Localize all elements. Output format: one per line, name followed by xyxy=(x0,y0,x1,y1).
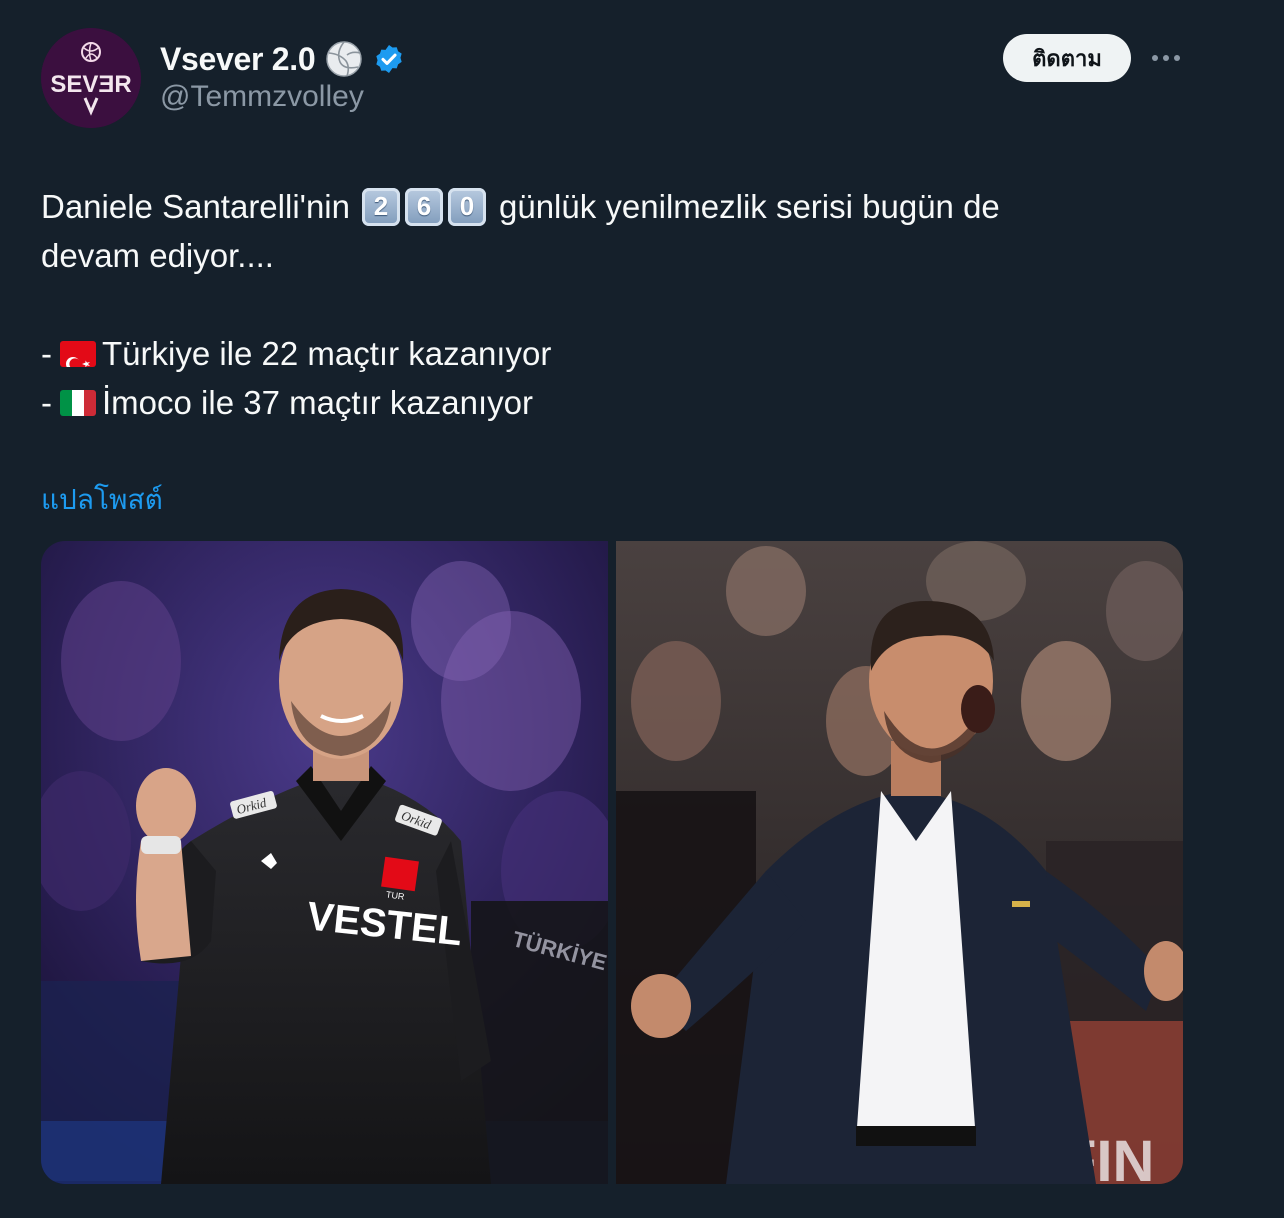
author-display-name[interactable]: Vsever 2.0 xyxy=(160,41,316,78)
tweet-line-2: devam ediyor.... xyxy=(41,237,274,274)
author-name-row: Vsever 2.0 xyxy=(160,38,405,80)
bullet-dash: - xyxy=(41,335,52,372)
tweet-line1-suffix: günlük yenilmezlik serisi bugün de xyxy=(499,188,1000,225)
tweet-body: Daniele Santarelli'nin 2 6 0 günlük yeni… xyxy=(41,182,1201,427)
tweet-line-1: Daniele Santarelli'nin 2 6 0 günlük yeni… xyxy=(41,182,1201,231)
follow-button[interactable]: ติดตาม xyxy=(1003,34,1131,82)
italy-flag-icon xyxy=(60,389,96,416)
bullet-1-text: Türkiye ile 22 maçtır kazanıyor xyxy=(102,335,552,372)
more-dot xyxy=(1174,55,1180,61)
volleyball-emoji-icon xyxy=(326,41,363,77)
photo-coach-turkey-jersey[interactable]: VESTEL Orkid Orkid TUR TÜRKİYE xyxy=(41,541,608,1184)
photo-coach-celebrating[interactable]: FIN xyxy=(616,541,1183,1184)
media-grid: VESTEL Orkid Orkid TUR TÜRKİYE FIN xyxy=(41,541,1183,1184)
author-avatar[interactable]: SEVƎR xyxy=(41,28,141,128)
tweet-bullet-1: - Türkiye ile 22 maçtır kazanıyor xyxy=(41,329,1201,378)
keycap-digit-0: 0 xyxy=(448,187,486,226)
more-options-icon[interactable] xyxy=(1146,40,1186,76)
author-handle[interactable]: @Temmzvolley xyxy=(160,80,364,114)
bullet-2-text: İmoco ile 37 maçtır kazanıyor xyxy=(102,384,533,421)
keycap-digit-2: 2 xyxy=(362,187,400,226)
more-dot xyxy=(1163,55,1169,61)
tweet-bullet-2: - İmoco ile 37 maçtır kazanıyor xyxy=(41,378,1201,427)
tweet-card: SEVƎR Vsever 2.0 @Temmzvolley ติดตาม Dan… xyxy=(0,0,1284,1218)
bullet-dash: - xyxy=(41,384,52,421)
tweet-line1-prefix: Daniele Santarelli'nin xyxy=(41,188,350,225)
keycap-digit-6: 6 xyxy=(405,187,443,226)
more-dot xyxy=(1152,55,1158,61)
turkey-flag-icon xyxy=(60,340,96,367)
avatar-logo-text: SEVƎR xyxy=(50,71,131,98)
translate-post-link[interactable]: แปลโพสต์ xyxy=(41,478,163,522)
verified-badge-icon xyxy=(376,45,403,73)
